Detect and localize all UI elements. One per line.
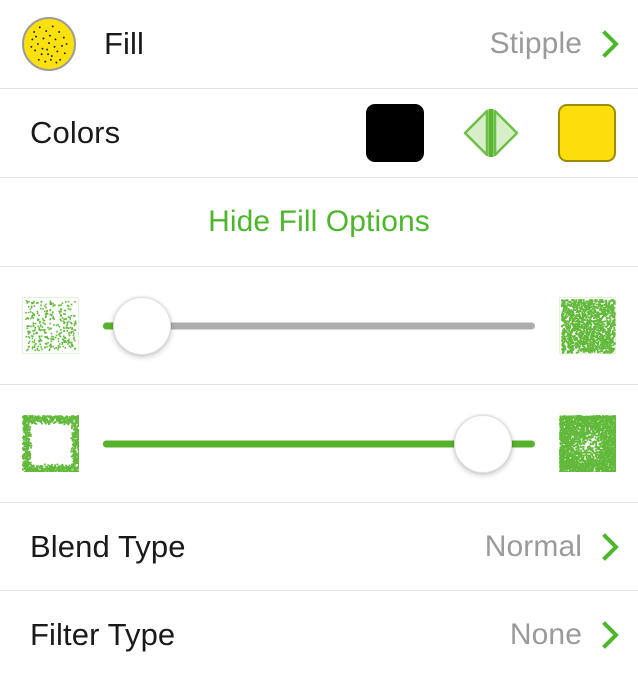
dense-stipple-preview[interactable]	[559, 297, 616, 354]
spread-slider-row	[0, 385, 638, 503]
chevron-right-icon[interactable]	[602, 532, 620, 562]
filter-type-row[interactable]: Filter Type None	[0, 591, 638, 679]
density-slider[interactable]	[103, 267, 535, 385]
chevron-right-icon[interactable]	[602, 29, 620, 59]
density-slider-row	[0, 267, 638, 385]
filter-type-label: Filter Type	[30, 617, 176, 652]
secondary-color-swatch[interactable]	[558, 104, 616, 162]
swap-colors-icon[interactable]	[462, 107, 520, 159]
wide-spread-preview[interactable]	[559, 415, 616, 472]
spread-slider[interactable]	[103, 385, 535, 503]
fill-row[interactable]: Fill Stipple	[0, 0, 638, 89]
hide-fill-options-row[interactable]: Hide Fill Options	[0, 178, 638, 267]
blend-type-row[interactable]: Blend Type Normal	[0, 503, 638, 591]
primary-color-swatch[interactable]	[366, 104, 424, 162]
narrow-spread-preview[interactable]	[22, 415, 79, 472]
fill-preview-swatch[interactable]	[22, 17, 76, 71]
chevron-right-icon[interactable]	[602, 620, 620, 650]
sparse-stipple-preview[interactable]	[22, 297, 79, 354]
slider-track-fill	[103, 440, 484, 447]
slider-thumb[interactable]	[112, 296, 171, 355]
colors-label: Colors	[30, 115, 121, 150]
colors-row: Colors	[0, 89, 638, 178]
fill-value: Stipple	[489, 27, 582, 60]
page-title: Fill	[104, 26, 144, 61]
fill-settings-panel: Fill Stipple Colors Hide Fill Options Bl…	[0, 0, 638, 679]
slider-thumb[interactable]	[454, 414, 513, 473]
colors-group	[366, 104, 616, 162]
hide-fill-options-label[interactable]: Hide Fill Options	[208, 205, 430, 239]
blend-type-label: Blend Type	[30, 528, 186, 564]
blend-type-value: Normal	[484, 529, 582, 563]
filter-type-value: None	[509, 618, 582, 651]
stipple-dots	[30, 25, 68, 64]
